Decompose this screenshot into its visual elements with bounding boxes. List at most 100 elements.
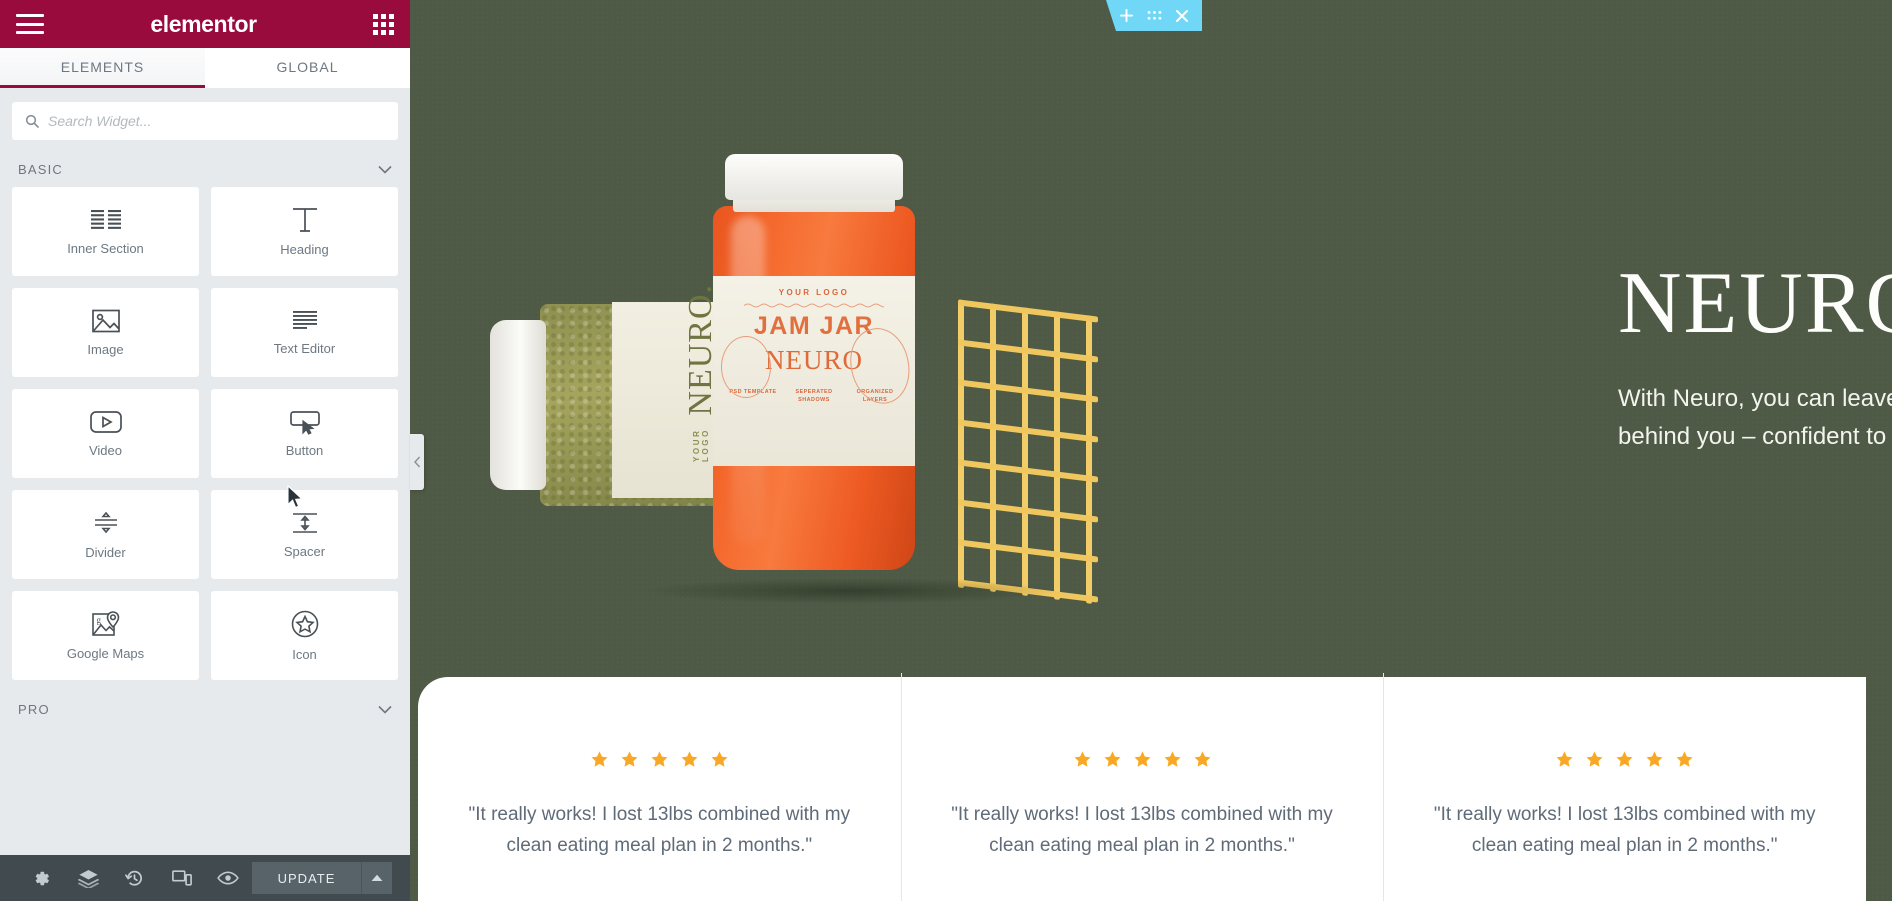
responsive-mode-icon[interactable] bbox=[158, 869, 205, 887]
tab-elements[interactable]: ELEMENTS bbox=[0, 48, 205, 88]
caret-up-icon bbox=[371, 874, 383, 881]
button-icon bbox=[289, 411, 320, 435]
testimonial-quote: "It really works! I lost 13lbs combined … bbox=[1433, 804, 1816, 856]
settings-gear-icon[interactable] bbox=[18, 869, 65, 888]
star-icon bbox=[711, 751, 728, 767]
category-basic[interactable]: BASIC bbox=[0, 148, 410, 187]
widget-inner-section[interactable]: Inner Section bbox=[12, 187, 199, 276]
widget-divider[interactable]: Divider bbox=[12, 490, 199, 579]
jar-brand-name: NEURO bbox=[765, 345, 863, 375]
orange-jar-label: YOUR LOGO JAM JAR NEURO PSD TEMPLATE SEP… bbox=[713, 276, 918, 466]
chevron-down-icon bbox=[378, 705, 392, 714]
widget-text-editor[interactable]: Text Editor bbox=[211, 288, 398, 377]
widget-label: Video bbox=[88, 443, 122, 458]
category-pro[interactable]: PRO bbox=[0, 680, 410, 735]
widget-label: Divider bbox=[85, 545, 126, 560]
testimonial-quote: "It really works! I lost 13lbs combined … bbox=[951, 804, 1333, 856]
product-image: YOUR LOGO NEURO. YOUR LOGO JAM JAR NEURO… bbox=[490, 130, 1098, 604]
chevron-left-icon bbox=[413, 456, 420, 468]
panel-tabs: ELEMENTS GLOBAL bbox=[0, 48, 410, 88]
star-icon bbox=[1164, 751, 1180, 767]
star-icon bbox=[621, 751, 638, 767]
star-icon bbox=[1194, 751, 1210, 767]
preview-eye-icon[interactable] bbox=[205, 870, 252, 886]
star-icon bbox=[1646, 751, 1663, 767]
testimonial-card[interactable]: "It really works! I lost 13lbs combined … bbox=[418, 677, 901, 901]
search-icon bbox=[25, 114, 39, 128]
search-widget-box[interactable] bbox=[12, 102, 398, 140]
star-rating bbox=[1555, 750, 1694, 769]
navigator-layers-icon[interactable] bbox=[65, 869, 112, 888]
widget-grid-basic: Inner Section Heading Image Text Editor … bbox=[0, 187, 410, 680]
text-editor-icon bbox=[292, 311, 317, 329]
widget-video[interactable]: Video bbox=[12, 389, 199, 478]
elementor-editor: elementor ELEMENTS GLOBAL BASIC bbox=[0, 0, 1892, 901]
star-icon bbox=[1134, 751, 1150, 767]
search-section bbox=[0, 88, 410, 148]
update-button[interactable]: UPDATE bbox=[251, 862, 362, 894]
widget-label: Inner Section bbox=[67, 241, 144, 256]
panel-bottom-bar: UPDATE bbox=[0, 855, 410, 901]
category-pro-label: PRO bbox=[18, 702, 50, 717]
label-wave-divider bbox=[744, 303, 884, 308]
inner-section-icon bbox=[90, 210, 121, 229]
widget-google-maps[interactable]: g Google Maps bbox=[12, 591, 199, 680]
widget-list-scroll[interactable]: BASIC Inner Section Heading Image Text E… bbox=[0, 148, 410, 855]
widget-label: Button bbox=[285, 443, 324, 458]
page-canvas[interactable]: YOUR LOGO NEURO. YOUR LOGO JAM JAR NEURO… bbox=[410, 0, 1892, 901]
green-jar-lid bbox=[490, 320, 546, 490]
history-icon[interactable] bbox=[111, 869, 158, 888]
panel-collapse-handle[interactable] bbox=[410, 434, 424, 490]
category-basic-label: BASIC bbox=[18, 162, 64, 177]
star-icon bbox=[681, 751, 698, 767]
star-icon bbox=[1074, 751, 1090, 767]
close-x-icon[interactable] bbox=[1175, 9, 1189, 23]
drag-handle-icon[interactable] bbox=[1147, 10, 1162, 21]
mouse-cursor bbox=[287, 485, 304, 509]
fruit-illustration-left bbox=[721, 336, 771, 398]
star-icon bbox=[1616, 751, 1633, 767]
chevron-down-icon bbox=[378, 165, 392, 174]
apps-grid-icon[interactable] bbox=[373, 13, 394, 35]
star-icon bbox=[651, 751, 668, 767]
widget-label: Spacer bbox=[283, 544, 326, 559]
star-icon bbox=[291, 610, 318, 638]
widget-label: Image bbox=[87, 342, 124, 357]
video-icon bbox=[89, 411, 122, 433]
widget-spacer[interactable]: Spacer bbox=[211, 490, 398, 579]
plus-icon[interactable] bbox=[1119, 8, 1134, 23]
testimonial-card[interactable]: "It really works! I lost 13lbs combined … bbox=[1383, 673, 1866, 901]
widget-button[interactable]: Button bbox=[211, 389, 398, 478]
widget-label: Icon bbox=[292, 647, 317, 662]
star-icon bbox=[1586, 751, 1603, 767]
star-rating bbox=[590, 750, 729, 769]
elementor-sidebar-panel: elementor ELEMENTS GLOBAL BASIC bbox=[0, 0, 424, 901]
widget-label: Google Maps bbox=[66, 646, 145, 661]
widget-icon[interactable]: Icon bbox=[211, 591, 398, 680]
orange-jam-jar: YOUR LOGO JAM JAR NEURO PSD TEMPLATE SEP… bbox=[703, 154, 925, 572]
widget-image[interactable]: Image bbox=[12, 288, 199, 377]
star-icon bbox=[1104, 751, 1120, 767]
spacer-icon bbox=[292, 513, 317, 533]
jar-logo-text: YOUR LOGO bbox=[778, 288, 850, 297]
svg-text:g: g bbox=[96, 615, 101, 625]
orange-jar-lid bbox=[725, 154, 903, 200]
widget-label: Text Editor bbox=[273, 341, 336, 356]
tab-global[interactable]: GLOBAL bbox=[205, 48, 410, 88]
google-maps-icon: g bbox=[91, 611, 119, 636]
search-input[interactable] bbox=[48, 113, 386, 129]
testimonials-section[interactable]: "It really works! I lost 13lbs combined … bbox=[418, 673, 1866, 901]
page-title: NEURO bbox=[1618, 255, 1892, 352]
star-rating bbox=[1073, 750, 1212, 769]
product-shadow bbox=[640, 578, 1060, 604]
widget-heading[interactable]: Heading bbox=[211, 187, 398, 276]
hero-copy: NEURO With Neuro, you can leave your glu… bbox=[1618, 255, 1892, 457]
update-options-caret[interactable] bbox=[361, 862, 392, 894]
heading-icon bbox=[292, 208, 317, 232]
section-edit-toolbar bbox=[1106, 0, 1202, 31]
elementor-logo: elementor bbox=[150, 10, 257, 37]
hero-section[interactable]: YOUR LOGO NEURO. YOUR LOGO JAM JAR NEURO… bbox=[410, 0, 1892, 677]
hero-subtitle: With Neuro, you can leave your gluten-re… bbox=[1618, 384, 1892, 451]
trellis-graphic bbox=[958, 299, 1098, 604]
testimonial-card[interactable]: "It really works! I lost 13lbs combined … bbox=[900, 673, 1384, 901]
